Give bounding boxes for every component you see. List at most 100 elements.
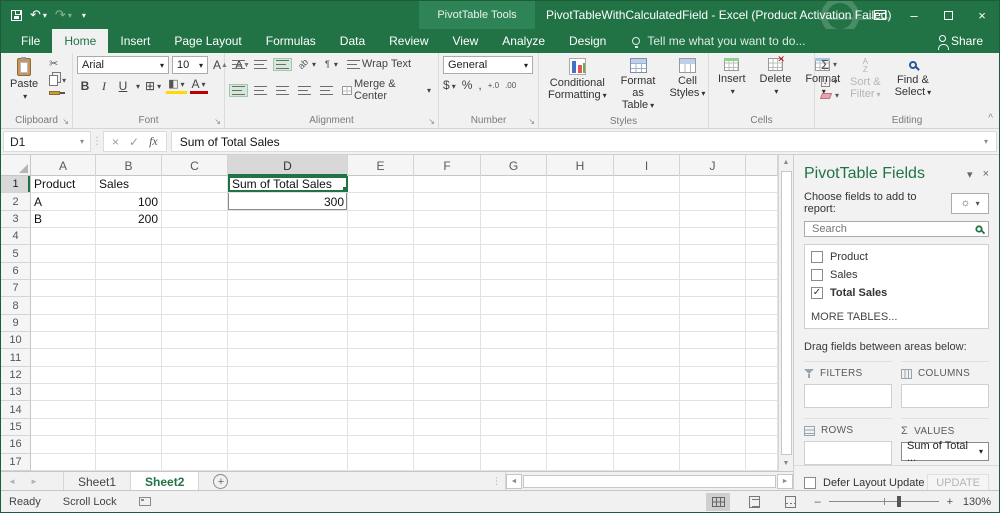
cell-C4[interactable] <box>162 228 228 244</box>
cell-C7[interactable] <box>162 280 228 296</box>
field-item-total-sales[interactable]: ✓Total Sales <box>811 287 982 299</box>
copy-button[interactable]: ▾ <box>47 74 68 87</box>
cell-J10[interactable] <box>680 332 746 348</box>
font-name-select[interactable]: Arial▾ <box>77 56 169 74</box>
increase-indent-button[interactable] <box>317 84 336 97</box>
enter-formula-button[interactable]: ✓ <box>129 135 139 149</box>
cell-partial-4[interactable] <box>746 228 778 244</box>
cell-partial-17[interactable] <box>746 454 778 470</box>
cell-B11[interactable] <box>96 349 162 365</box>
cell-J2[interactable] <box>680 193 746 209</box>
filters-dropzone[interactable] <box>804 384 892 408</box>
cell-C17[interactable] <box>162 454 228 470</box>
cell-partial-2[interactable] <box>746 193 778 209</box>
cell-E17[interactable] <box>348 454 414 470</box>
cell-B12[interactable] <box>96 367 162 383</box>
share-button[interactable]: Share <box>931 29 991 53</box>
tell-me-box[interactable]: Tell me what you want to do... <box>618 29 805 53</box>
cell-I2[interactable] <box>614 193 680 209</box>
cell-J8[interactable] <box>680 297 746 313</box>
cell-C3[interactable] <box>162 211 228 227</box>
values-field-chip[interactable]: Sum of Total ... ▾ <box>901 442 989 461</box>
cell-C14[interactable] <box>162 401 228 417</box>
cell-H15[interactable] <box>547 419 614 435</box>
save-button[interactable] <box>11 10 22 21</box>
number-format-select[interactable]: General▾ <box>443 56 533 74</box>
row-header-9[interactable]: 9 <box>1 315 31 332</box>
row-header-12[interactable]: 12 <box>1 367 31 384</box>
tab-insert[interactable]: Insert <box>108 29 162 53</box>
cell-partial-16[interactable] <box>746 436 778 452</box>
cell-G17[interactable] <box>481 454 547 470</box>
cell-B1[interactable]: Sales <box>96 176 162 192</box>
cell-E15[interactable] <box>348 419 414 435</box>
tab-formulas[interactable]: Formulas <box>254 29 328 53</box>
cell-C2[interactable] <box>162 193 228 209</box>
cell-A14[interactable] <box>31 401 96 417</box>
column-header-F[interactable]: F <box>414 155 481 176</box>
cell-F4[interactable] <box>414 228 481 244</box>
cell-J6[interactable] <box>680 263 746 279</box>
conditional-formatting-button[interactable]: ConditionalFormatting▾ <box>543 56 612 104</box>
row-header-10[interactable]: 10 <box>1 332 31 349</box>
horizontal-scrollbar[interactable]: ◄ ► <box>505 472 793 492</box>
cell-B17[interactable] <box>96 454 162 470</box>
cell-B8[interactable] <box>96 297 162 313</box>
cell-I3[interactable] <box>614 211 680 227</box>
cell-partial-6[interactable] <box>746 263 778 279</box>
cell-G7[interactable] <box>481 280 547 296</box>
cell-D2[interactable]: 300 <box>228 193 348 209</box>
dialog-launcher-icon[interactable]: ↘ <box>428 117 435 126</box>
column-header-A[interactable]: A <box>31 155 96 176</box>
cell-G12[interactable] <box>481 367 547 383</box>
cell-E4[interactable] <box>348 228 414 244</box>
font-size-select[interactable]: 10▾ <box>172 56 208 74</box>
cell-H6[interactable] <box>547 263 614 279</box>
cell-A10[interactable] <box>31 332 96 348</box>
row-header-17[interactable]: 17 <box>1 454 31 471</box>
column-header-J[interactable]: J <box>680 155 746 176</box>
cell-A9[interactable] <box>31 315 96 331</box>
formula-bar-splitter[interactable]: ⋮ <box>91 129 103 154</box>
rows-area[interactable]: ROWS <box>804 418 892 465</box>
tab-review[interactable]: Review <box>377 29 440 53</box>
row-header-8[interactable]: 8 <box>1 297 31 314</box>
cell-F13[interactable] <box>414 384 481 400</box>
cell-H2[interactable] <box>547 193 614 209</box>
align-bottom-button[interactable] <box>273 58 292 71</box>
cell-G10[interactable] <box>481 332 547 348</box>
cell-J9[interactable] <box>680 315 746 331</box>
clear-button[interactable]: ▾ <box>819 90 841 101</box>
cell-F14[interactable] <box>414 401 481 417</box>
tab-design[interactable]: Design <box>557 29 618 53</box>
cell-partial-8[interactable] <box>746 297 778 313</box>
cell-styles-button[interactable]: CellStyles▾ <box>664 56 710 102</box>
cell-I15[interactable] <box>614 419 680 435</box>
cell-E10[interactable] <box>348 332 414 348</box>
cell-J3[interactable] <box>680 211 746 227</box>
cell-partial-5[interactable] <box>746 245 778 261</box>
sheet-tab-sheet2[interactable]: Sheet2 <box>131 472 199 492</box>
cell-G9[interactable] <box>481 315 547 331</box>
cell-C15[interactable] <box>162 419 228 435</box>
cell-G3[interactable] <box>481 211 547 227</box>
cell-D13[interactable] <box>228 384 348 400</box>
cell-F12[interactable] <box>414 367 481 383</box>
cell-partial-11[interactable] <box>746 349 778 365</box>
cell-B10[interactable] <box>96 332 162 348</box>
row-header-13[interactable]: 13 <box>1 384 31 401</box>
cell-D12[interactable] <box>228 367 348 383</box>
tab-analyze[interactable]: Analyze <box>490 29 557 53</box>
row-header-3[interactable]: 3 <box>1 211 31 228</box>
cell-F3[interactable] <box>414 211 481 227</box>
cell-B2[interactable]: 100 <box>96 193 162 209</box>
cut-button[interactable]: ✂ <box>47 56 68 71</box>
cell-D4[interactable] <box>228 228 348 244</box>
defer-layout-toggle[interactable]: Defer Layout Update <box>804 477 925 489</box>
cell-E16[interactable] <box>348 436 414 452</box>
row-header-7[interactable]: 7 <box>1 280 31 297</box>
format-as-table-button[interactable]: Format asTable▾ <box>616 56 661 114</box>
select-all-button[interactable] <box>1 155 31 175</box>
row-header-14[interactable]: 14 <box>1 401 31 418</box>
cell-E8[interactable] <box>348 297 414 313</box>
